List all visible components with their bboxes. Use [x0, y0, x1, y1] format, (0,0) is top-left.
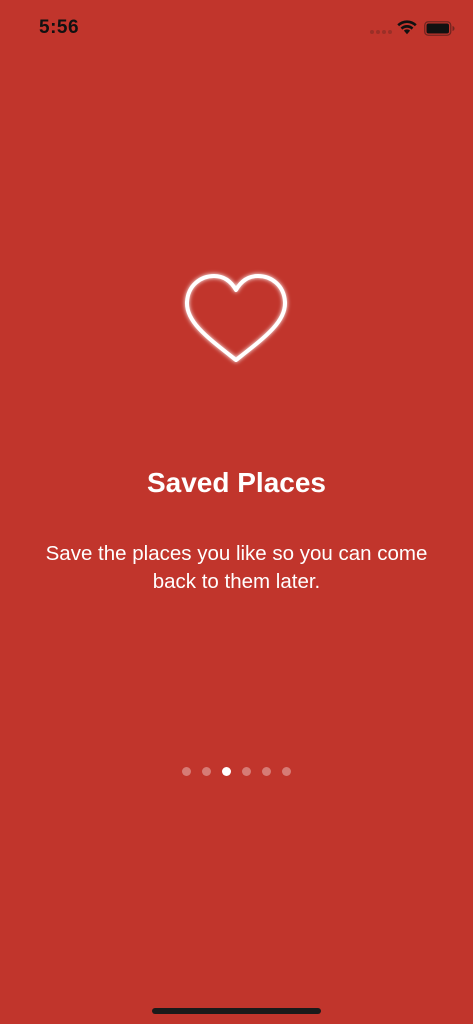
battery-icon	[424, 21, 455, 36]
page-dot-1[interactable]	[182, 767, 191, 776]
heart-outline-icon	[184, 274, 288, 362]
wifi-icon	[397, 20, 417, 35]
cellular-signal-icon	[370, 30, 392, 35]
page-description: Save the places you like so you can come…	[45, 542, 428, 593]
onboarding-screen[interactable]: 5:56 Saved Places Save the places you li…	[0, 0, 473, 1024]
page-dot-6[interactable]	[282, 767, 291, 776]
home-indicator[interactable]	[152, 1008, 321, 1014]
page-dot-5[interactable]	[262, 767, 271, 776]
page-dot-4[interactable]	[242, 767, 251, 776]
status-bar: 5:56	[0, 0, 473, 58]
page-title: Saved Places	[146, 467, 327, 498]
page-dot-3-active[interactable]	[222, 767, 231, 776]
status-time: 5:56	[39, 17, 80, 38]
page-dot-2[interactable]	[202, 767, 211, 776]
page-indicator[interactable]	[0, 767, 473, 777]
